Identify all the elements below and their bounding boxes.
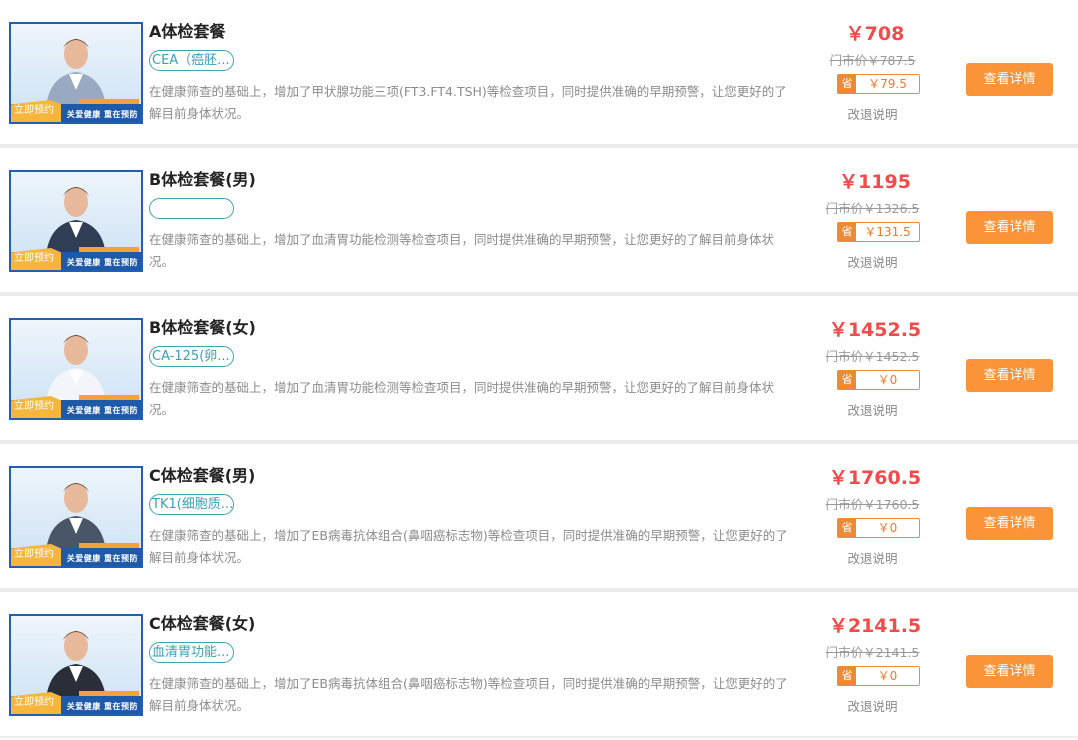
savings-amount: ￥0: [877, 373, 898, 387]
savings-badge: 省 ￥0: [837, 370, 920, 390]
package-description: 在健康筛查的基础上，增加了EB病毒抗体组合(鼻咽癌标志物)等检查项目，同时提供准…: [149, 676, 788, 713]
package-tag: CEA（癌胚...: [149, 50, 234, 71]
package-title[interactable]: C体检套餐(女): [149, 610, 255, 634]
image-slogan: 关爱健康 重在预防: [66, 110, 138, 119]
view-details-button[interactable]: 查看详情: [966, 63, 1053, 96]
package-item: 立即预约 关爱健康 重在预防 A体检套餐 CEA（癌胚... 在健康筛查的基础上…: [0, 0, 1078, 148]
package-description: 在健康筛查的基础上，增加了EB病毒抗体组合(鼻咽癌标志物)等检查项目，同时提供准…: [149, 528, 788, 565]
image-slogan: 关爱健康 重在预防: [66, 406, 138, 415]
image-slogan: 关爱健康 重在预防: [66, 258, 138, 267]
refund-policy-link[interactable]: 改退说明: [800, 548, 945, 567]
package-tag: [149, 198, 234, 219]
market-price: 门市价￥787.5: [829, 53, 916, 68]
person-illustration: [46, 483, 106, 552]
package-price: ￥1452.5: [828, 319, 922, 341]
package-title[interactable]: B体检套餐(男): [149, 166, 256, 190]
package-image[interactable]: 立即预约 关爱健康 重在预防: [9, 466, 143, 568]
savings-amount: ￥79.5: [868, 77, 907, 91]
package-price: ￥1760.5: [828, 467, 922, 489]
package-price: ￥1195: [839, 171, 911, 193]
savings-badge: 省 ￥0: [837, 666, 920, 686]
package-tag: 血清胃功能...: [149, 642, 234, 663]
package-image[interactable]: 立即预约 关爱健康 重在预防: [9, 614, 143, 716]
package-item: 立即预约 关爱健康 重在预防 B体检套餐(女) CA-125(卵... 在健康筛…: [0, 296, 1078, 444]
package-description: 在健康筛查的基础上，增加了血清胃功能检测等检查项目，同时提供准确的早期预警，让您…: [149, 232, 775, 269]
package-image[interactable]: 立即预约 关爱健康 重在预防: [9, 170, 143, 272]
view-details-button[interactable]: 查看详情: [966, 507, 1053, 540]
market-price: 门市价￥1760.5: [825, 497, 920, 512]
package-description: 在健康筛查的基础上，增加了甲状腺功能三项(FT3.FT4.TSH)等检查项目，同…: [149, 84, 787, 121]
savings-label: 省: [838, 75, 856, 93]
savings-badge: 省 ￥79.5: [837, 74, 920, 94]
package-price: ￥2141.5: [828, 615, 922, 637]
savings-label: 省: [838, 667, 856, 685]
market-price: 门市价￥1452.5: [825, 349, 920, 364]
package-title[interactable]: B体检套餐(女): [149, 314, 256, 338]
view-details-button[interactable]: 查看详情: [966, 359, 1053, 392]
package-title[interactable]: A体检套餐: [149, 18, 225, 42]
person-illustration: [46, 631, 106, 700]
package-tag: CA-125(卵...: [149, 346, 234, 367]
market-price: 门市价￥1326.5: [825, 201, 920, 216]
savings-label: 省: [838, 223, 856, 241]
savings-badge: 省 ￥131.5: [837, 222, 920, 242]
market-price: 门市价￥2141.5: [825, 645, 920, 660]
savings-amount: ￥131.5: [864, 225, 911, 239]
package-title[interactable]: C体检套餐(男): [149, 462, 255, 486]
view-details-button[interactable]: 查看详情: [966, 655, 1053, 688]
person-illustration: [46, 335, 106, 404]
image-slogan: 关爱健康 重在预防: [66, 702, 138, 711]
savings-badge: 省 ￥0: [837, 518, 920, 538]
package-price: ￥708: [845, 23, 905, 45]
refund-policy-link[interactable]: 改退说明: [800, 696, 945, 715]
refund-policy-link[interactable]: 改退说明: [800, 400, 945, 419]
person-illustration: [46, 39, 106, 108]
package-item: 立即预约 关爱健康 重在预防 C体检套餐(男) TK1(细胞质... 在健康筛查…: [0, 444, 1078, 592]
package-tag: TK1(细胞质...: [149, 494, 234, 515]
person-illustration: [46, 187, 106, 256]
savings-label: 省: [838, 519, 856, 537]
package-list: 立即预约 关爱健康 重在预防 A体检套餐 CEA（癌胚... 在健康筛查的基础上…: [0, 0, 1078, 738]
package-image[interactable]: 立即预约 关爱健康 重在预防: [9, 318, 143, 420]
package-item: 立即预约 关爱健康 重在预防 C体检套餐(女) 血清胃功能... 在健康筛查的基…: [0, 592, 1078, 738]
image-slogan: 关爱健康 重在预防: [66, 554, 138, 563]
refund-policy-link[interactable]: 改退说明: [800, 252, 945, 271]
refund-policy-link[interactable]: 改退说明: [800, 104, 945, 123]
savings-amount: ￥0: [877, 669, 898, 683]
package-image[interactable]: 立即预约 关爱健康 重在预防: [9, 22, 143, 124]
savings-amount: ￥0: [877, 521, 898, 535]
view-details-button[interactable]: 查看详情: [966, 211, 1053, 244]
savings-label: 省: [838, 371, 856, 389]
package-description: 在健康筛查的基础上，增加了血清胃功能检测等检查项目，同时提供准确的早期预警，让您…: [149, 380, 775, 417]
package-item: 立即预约 关爱健康 重在预防 B体检套餐(男) 在健康筛查的基础上，增加了血清胃…: [0, 148, 1078, 296]
